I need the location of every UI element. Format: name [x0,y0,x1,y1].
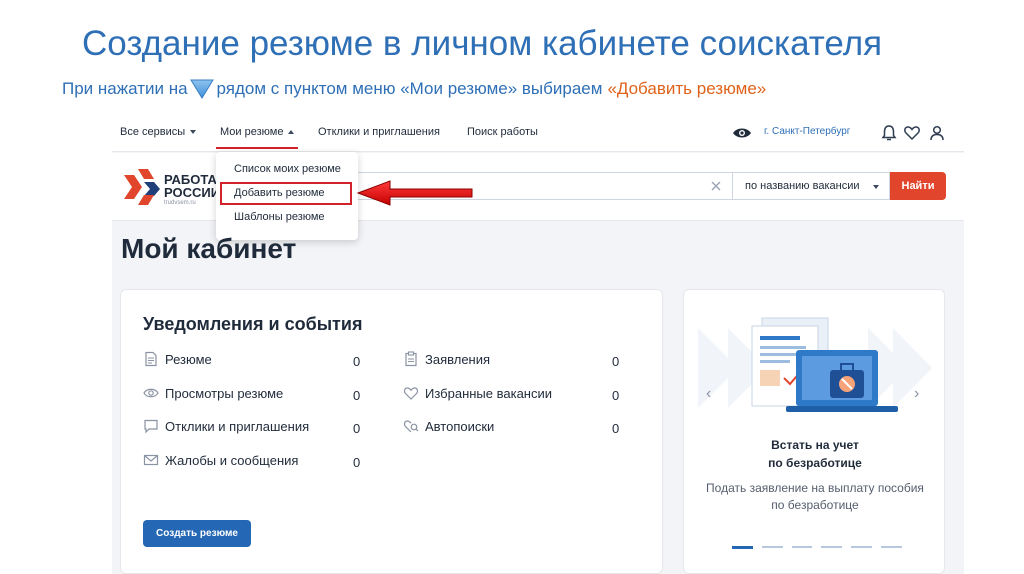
stat-responses-label[interactable]: Отклики и приглашения [165,419,309,434]
stat-views-value: 0 [353,388,361,403]
dropdown-item-resume-list[interactable]: Список моих резюме [234,163,341,175]
subtitle-before: При нажатии на [62,79,188,98]
chevron-up-icon[interactable] [288,130,295,134]
create-resume-button[interactable]: Создать резюме [143,520,251,547]
mail-icon [143,454,159,466]
logo-icon[interactable] [120,165,164,209]
logo-url: trudvsem.ru [164,200,196,206]
unemployment-title-line2: по безработице [768,456,862,470]
stat-applications-label[interactable]: Заявления [425,352,490,367]
nav-my-resumes-label: Мои резюме [220,126,284,138]
subtitle-highlight: «Добавить резюме» [607,79,767,98]
laptop-illustration-icon [698,317,932,412]
stat-complaints-label[interactable]: Жалобы и сообщения [165,453,298,468]
notifications-card: Уведомления и события Резюме 0 Просмотры… [120,289,663,574]
stat-autosearch-label[interactable]: Автопоиски [425,419,494,434]
page-title: Мой кабинет [121,233,297,264]
heart-icon[interactable] [903,124,921,142]
nav-responses-label: Отклики и приглашения [318,126,440,138]
notifications-title: Уведомления и события [143,314,363,334]
unemployment-title[interactable]: Встать на учет по безработице [684,436,946,472]
stat-favorites-label[interactable]: Избранные вакансии [425,386,552,401]
search-mode-label: по названию вакансии [745,180,860,192]
stat-applications-value: 0 [612,354,620,369]
unemployment-card: ‹ › Встать на учет по безработице Подать… [683,289,945,574]
nav-my-resumes[interactable]: Мои резюме [220,126,295,138]
nav-job-search-label: Поиск работы [467,126,538,138]
nav-job-search[interactable]: Поиск работы [467,126,538,138]
carousel-dot[interactable] [881,546,902,548]
user-icon[interactable] [928,124,946,142]
bell-icon[interactable] [880,124,898,142]
unemployment-desc-line2: по безработице [771,498,859,512]
chevron-down-icon [190,130,197,134]
unemployment-description: Подать заявление на выплату пособия по б… [684,480,946,514]
unemployment-title-line1: Встать на учет [771,438,859,452]
logo-line2: РОССИИ [164,185,221,200]
stat-resume-label[interactable]: Резюме [165,352,212,367]
stat-autosearch-value: 0 [612,421,620,436]
chat-icon [144,419,158,434]
autosearch-icon [403,420,419,433]
city-selector[interactable]: г. Санкт-Петербург [764,126,850,137]
carousel-dot[interactable] [732,546,753,549]
carousel-dot[interactable] [761,546,783,548]
heart-icon [403,387,419,400]
nav-all-services-label: Все сервисы [120,126,186,138]
chevron-right-icon[interactable]: › [914,385,919,403]
nav-all-services[interactable]: Все сервисы [120,126,197,138]
stat-complaints-value: 0 [353,455,361,470]
clipboard-icon [405,351,417,367]
carousel-dot[interactable] [851,546,873,548]
eye-icon[interactable] [732,125,752,141]
slide-title: Создание резюме в личном кабинете соиска… [82,24,883,63]
triangle-down-icon [189,79,214,99]
annotation-arrow-icon [356,180,473,206]
eye-icon [143,388,159,398]
document-icon [145,351,157,367]
stat-favorites-value: 0 [612,388,620,403]
nav-responses[interactable]: Отклики и приглашения [318,126,440,138]
screenshot: Все сервисы Мои резюме Отклики и приглаш… [112,116,964,574]
carousel-dot[interactable] [791,546,813,548]
logo-text: РАБОТА РОССИИ [164,173,220,199]
annotation-underline [216,147,298,149]
slide-subtitle: При нажатии на рядом с пунктом меню «Мои… [62,78,766,100]
stat-resume-value: 0 [353,354,361,369]
annotation-highlight-box [220,182,352,205]
carousel-indicators [732,546,902,550]
top-navigation: Все сервисы Мои резюме Отклики и приглаш… [112,116,964,152]
dropdown-item-templates[interactable]: Шаблоны резюме [234,211,325,223]
chevron-left-icon[interactable]: ‹ [706,385,711,403]
stat-views-label[interactable]: Просмотры резюме [165,386,283,401]
chevron-down-icon [873,185,879,189]
subtitle-after: рядом с пунктом меню «Мои резюме» выбира… [216,79,603,98]
carousel-dot[interactable] [821,546,843,548]
stat-responses-value: 0 [353,421,361,436]
close-icon[interactable] [708,178,724,194]
search-mode-select[interactable]: по названию вакансии [732,172,890,200]
find-button[interactable]: Найти [890,172,946,200]
unemployment-desc-line1: Подать заявление на выплату пособия [706,481,924,495]
